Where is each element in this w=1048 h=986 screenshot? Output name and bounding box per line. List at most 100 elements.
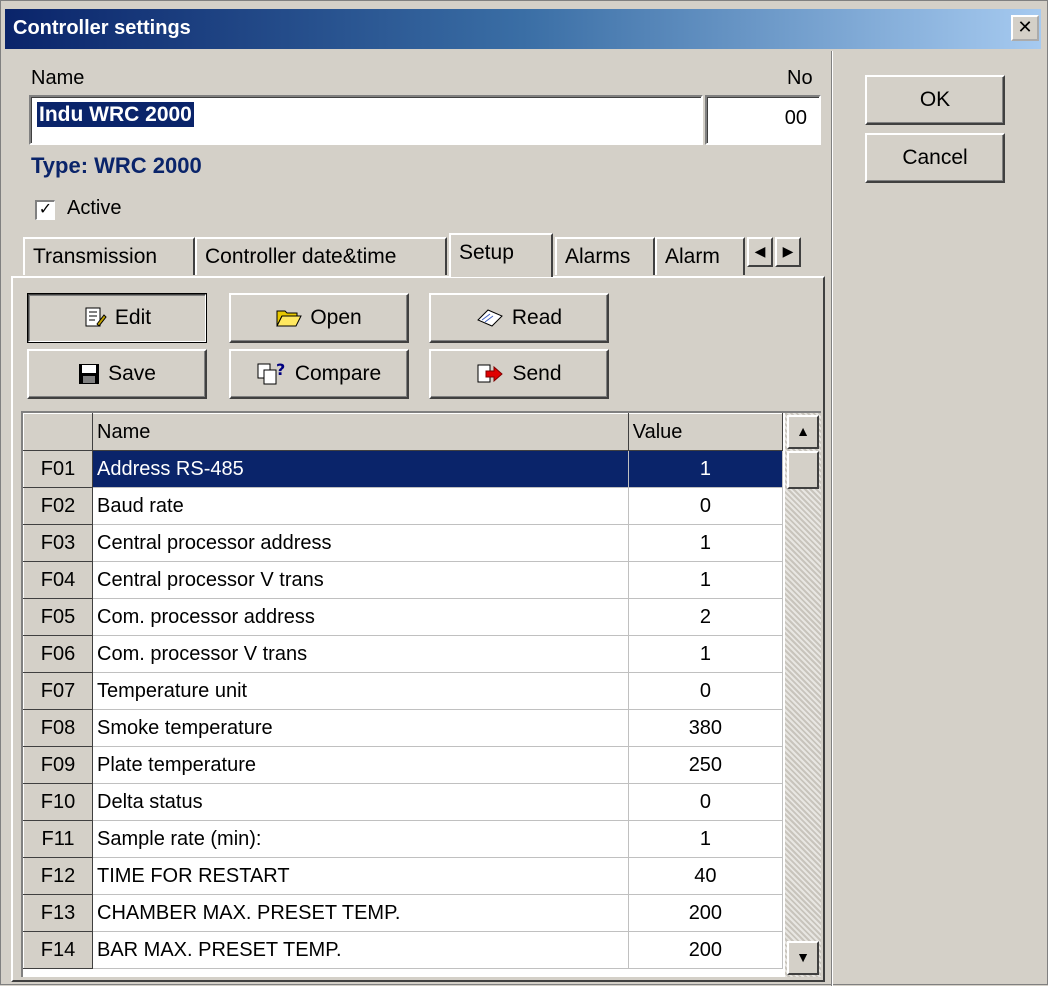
tab-transmission[interactable]: Transmission: [23, 237, 195, 275]
row-value-cell[interactable]: 0: [628, 487, 784, 525]
open-button-label: Open: [310, 306, 362, 329]
row-name-cell[interactable]: Plate temperature: [92, 746, 629, 784]
compare-button-label: Compare: [294, 362, 382, 385]
row-code-cell[interactable]: F12: [23, 857, 93, 895]
row-code-cell[interactable]: F06: [23, 635, 93, 673]
tab-setup-label: Setup: [459, 241, 514, 264]
read-button[interactable]: Read: [429, 293, 609, 343]
tab-alarm[interactable]: Alarm: [655, 237, 745, 275]
row-code-cell[interactable]: F09: [23, 746, 93, 784]
title-bar[interactable]: Controller settings ✕: [5, 9, 1041, 49]
table-row[interactable]: F03 Central processor address 1: [23, 524, 784, 562]
row-code-cell[interactable]: F01: [23, 450, 93, 488]
row-value-cell[interactable]: 200: [628, 931, 784, 969]
ok-button[interactable]: OK: [865, 75, 1005, 125]
row-value-cell[interactable]: 40: [628, 857, 784, 895]
tab-controller-date-time-label: Controller date&time: [205, 245, 397, 268]
row-value-cell[interactable]: 1: [628, 450, 784, 488]
row-code-cell[interactable]: F04: [23, 561, 93, 599]
row-name-cell[interactable]: Sample rate (min):: [92, 820, 629, 858]
tab-setup[interactable]: Setup: [449, 233, 553, 277]
table-row[interactable]: F11 Sample rate (min): 1: [23, 820, 784, 858]
edit-button-label: Edit: [114, 306, 152, 329]
compare-button[interactable]: ? Compare: [229, 349, 409, 399]
send-icon: [477, 364, 504, 383]
row-code-cell[interactable]: F14: [23, 931, 93, 969]
row-name-cell[interactable]: CHAMBER MAX. PRESET TEMP.: [92, 894, 629, 932]
send-button[interactable]: Send: [429, 349, 609, 399]
row-value-cell[interactable]: 1: [628, 524, 784, 562]
row-code-cell[interactable]: F05: [23, 598, 93, 636]
row-name-cell[interactable]: BAR MAX. PRESET TEMP.: [92, 931, 629, 969]
row-name-cell[interactable]: Temperature unit: [92, 672, 629, 710]
row-name-cell[interactable]: Com. processor address: [92, 598, 629, 636]
table-row[interactable]: F08 Smoke temperature 380: [23, 709, 784, 747]
row-name-cell[interactable]: Delta status: [92, 783, 629, 821]
read-button-label: Read: [511, 306, 563, 329]
row-value-cell[interactable]: 250: [628, 746, 784, 784]
grid-vertical-scrollbar[interactable]: ▲ ▼: [785, 413, 821, 977]
scroll-up-button[interactable]: ▲: [787, 415, 819, 449]
row-name-cell[interactable]: Central processor V trans: [92, 561, 629, 599]
save-button[interactable]: Save: [27, 349, 207, 399]
row-code-cell[interactable]: F08: [23, 709, 93, 747]
table-row[interactable]: F12 TIME FOR RESTART 40: [23, 857, 784, 895]
active-checkbox[interactable]: ✓: [35, 200, 55, 220]
table-row[interactable]: F14 BAR MAX. PRESET TEMP. 200: [23, 931, 784, 969]
arrow-down-icon: ▼: [796, 949, 810, 965]
tab-controller-date-time[interactable]: Controller date&time: [195, 237, 447, 275]
row-value-cell[interactable]: 1: [628, 635, 784, 673]
row-code-cell[interactable]: F03: [23, 524, 93, 562]
row-value-cell[interactable]: 2: [628, 598, 784, 636]
row-value-cell[interactable]: 0: [628, 783, 784, 821]
row-code-cell[interactable]: F11: [23, 820, 93, 858]
row-name-cell[interactable]: Address RS-485: [92, 450, 629, 488]
row-name-cell[interactable]: Com. processor V trans: [92, 635, 629, 673]
table-row[interactable]: F07 Temperature unit 0: [23, 672, 784, 710]
cancel-button[interactable]: Cancel: [865, 133, 1005, 183]
row-value-cell[interactable]: 200: [628, 894, 784, 932]
controller-settings-window: Controller settings ✕ Name No Indu WRC 2…: [0, 0, 1048, 986]
table-row[interactable]: F01 Address RS-485 1: [23, 450, 784, 488]
scroll-thumb[interactable]: [787, 451, 819, 489]
scroll-down-button[interactable]: ▼: [787, 941, 819, 975]
row-value-cell[interactable]: 1: [628, 561, 784, 599]
tab-scroll-left-button[interactable]: ◀: [747, 237, 773, 267]
table-row[interactable]: F04 Central processor V trans 1: [23, 561, 784, 599]
row-name-cell[interactable]: Smoke temperature: [92, 709, 629, 747]
parameters-grid[interactable]: Name Value F01 Address RS-485 1 F02 Baud rat…: [21, 411, 821, 977]
row-code-cell[interactable]: F10: [23, 783, 93, 821]
table-row[interactable]: F06 Com. processor V trans 1: [23, 635, 784, 673]
table-row[interactable]: F10 Delta status 0: [23, 783, 784, 821]
tab-scroll-right-button[interactable]: ▶: [775, 237, 801, 267]
table-row[interactable]: F02 Baud rate 0: [23, 487, 784, 525]
arrow-right-icon: ▶: [782, 243, 794, 259]
tab-alarms[interactable]: Alarms: [555, 237, 655, 275]
row-name-cell[interactable]: Central processor address: [92, 524, 629, 562]
table-row[interactable]: F05 Com. processor address 2: [23, 598, 784, 636]
row-value-cell[interactable]: 380: [628, 709, 784, 747]
row-name-cell[interactable]: Baud rate: [92, 487, 629, 525]
close-icon[interactable]: ✕: [1017, 17, 1032, 37]
close-button[interactable]: ✕: [1011, 15, 1039, 41]
corner-header-cell: [23, 413, 93, 451]
table-row[interactable]: F13 CHAMBER MAX. PRESET TEMP. 200: [23, 894, 784, 932]
row-value-cell[interactable]: 1: [628, 820, 784, 858]
name-input[interactable]: Indu WRC 2000: [29, 95, 703, 145]
value-column-header[interactable]: Value: [627, 413, 784, 451]
name-column-header[interactable]: Name: [92, 413, 629, 451]
window-title: Controller settings: [13, 17, 191, 39]
row-name-cell[interactable]: TIME FOR RESTART: [92, 857, 629, 895]
row-code-cell[interactable]: F07: [23, 672, 93, 710]
row-code-cell[interactable]: F13: [23, 894, 93, 932]
arrow-left-icon: ◀: [754, 243, 766, 259]
tab-strip: Transmission Controller date&time Setup …: [23, 233, 823, 277]
table-row[interactable]: F09 Plate temperature 250: [23, 746, 784, 784]
open-button[interactable]: Open: [229, 293, 409, 343]
number-input[interactable]: 00: [705, 95, 821, 145]
row-value-cell[interactable]: 0: [628, 672, 784, 710]
no-label: No: [787, 67, 813, 89]
ok-button-label: OK: [919, 88, 951, 111]
row-code-cell[interactable]: F02: [23, 487, 93, 525]
edit-button[interactable]: Edit: [27, 293, 207, 343]
